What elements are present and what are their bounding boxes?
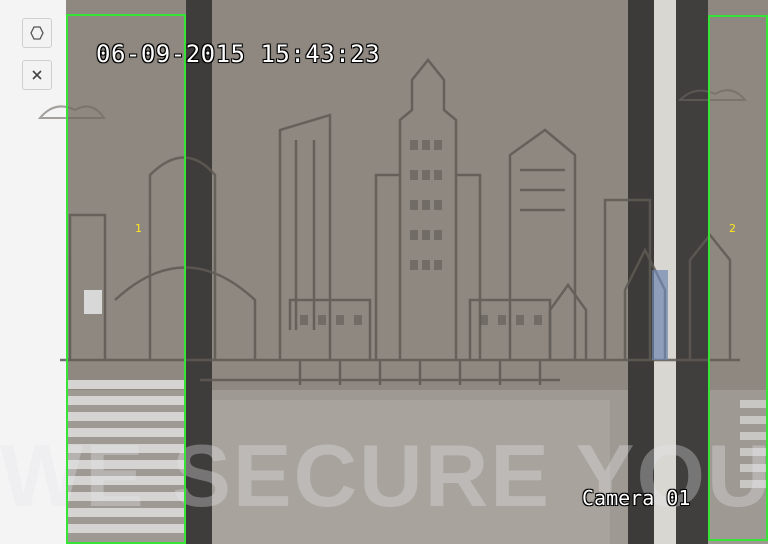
region-label-2: 2 [729,222,736,235]
hexagon-icon [30,26,44,40]
video-viewport[interactable]: WE SECURE YOUR LI 1 2 06-09-2015 15:43:2… [0,0,768,544]
polygon-draw-button[interactable] [22,18,52,48]
osd-camera-name: Camera 01 [582,486,691,510]
detection-region-1[interactable]: 1 [66,14,186,544]
clear-button[interactable] [22,60,52,90]
close-icon [32,70,42,80]
region-label-1: 1 [135,222,142,235]
osd-timestamp: 06-09-2015 15:43:23 [96,40,381,68]
detection-region-2[interactable]: 2 [708,15,768,541]
